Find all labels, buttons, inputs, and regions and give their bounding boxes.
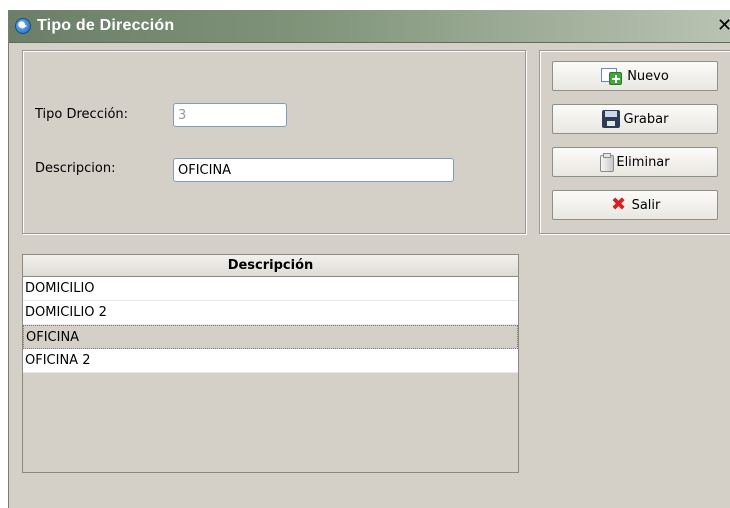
- grabar-button[interactable]: Grabar: [552, 104, 718, 134]
- title-bar[interactable]: Tipo de Dirección ✕: [9, 10, 730, 43]
- salir-button-label: Salir: [631, 197, 661, 213]
- descripcion-label: Descripcion:: [35, 161, 116, 176]
- new-document-icon: [601, 67, 623, 85]
- nuevo-button[interactable]: Nuevo: [552, 61, 718, 91]
- table-row-selected[interactable]: OFICINA: [23, 325, 518, 349]
- eliminar-button[interactable]: Eliminar: [552, 147, 718, 177]
- descripcion-field[interactable]: [173, 158, 454, 182]
- nuevo-button-label: Nuevo: [627, 68, 669, 84]
- window-title: Tipo de Dirección: [37, 17, 175, 34]
- table-row[interactable]: DOMICILIO: [23, 277, 518, 301]
- action-buttons-panel: Nuevo Grabar Eliminar ✖ Salir: [539, 50, 730, 234]
- trash-icon: [600, 153, 615, 172]
- app-icon: [15, 18, 31, 34]
- table-row[interactable]: OFICINA 2: [23, 349, 518, 373]
- close-button[interactable]: ✕: [717, 16, 730, 36]
- grid-body: DOMICILIO DOMICILIO 2 OFICINA OFICINA 2: [23, 277, 518, 373]
- grabar-button-label: Grabar: [623, 111, 669, 127]
- table-row[interactable]: DOMICILIO 2: [23, 301, 518, 325]
- close-icon: ✕: [717, 15, 730, 36]
- form-panel: Tipo Drección: Descripcion:: [22, 50, 526, 234]
- window: Tipo de Dirección ✕ Tipo Drección: Descr…: [8, 10, 730, 508]
- tipo-direccion-field[interactable]: [173, 103, 287, 127]
- descripcion-grid[interactable]: Descripción DOMICILIO DOMICILIO 2 OFICIN…: [22, 254, 519, 473]
- eliminar-button-label: Eliminar: [616, 154, 670, 170]
- tipo-direccion-label: Tipo Drección:: [35, 107, 129, 122]
- red-x-icon: ✖: [611, 194, 627, 215]
- salir-button[interactable]: ✖ Salir: [552, 190, 718, 220]
- floppy-disk-icon: [601, 110, 620, 128]
- grid-column-header[interactable]: Descripción: [23, 255, 518, 277]
